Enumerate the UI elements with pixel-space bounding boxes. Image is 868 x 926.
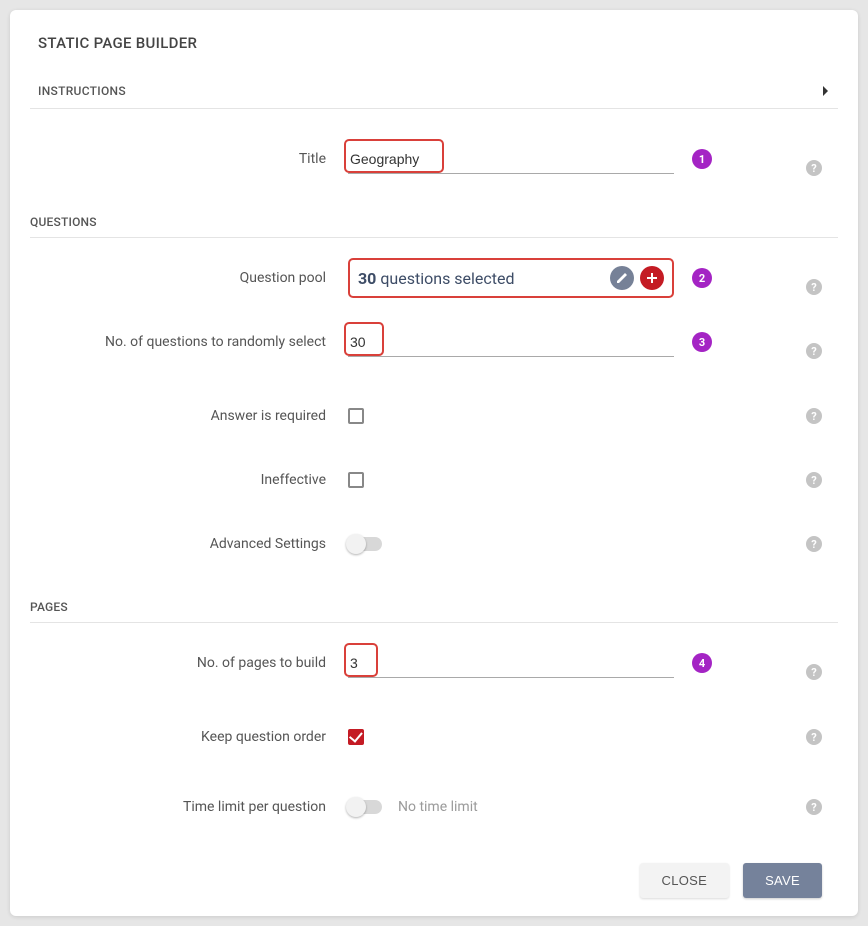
question-pool-count: 30 bbox=[358, 269, 376, 288]
annotation-marker-1: 1 bbox=[692, 149, 712, 169]
question-pool-text: 30 questions selected bbox=[358, 269, 515, 288]
random-select-input[interactable] bbox=[348, 328, 674, 357]
help-icon[interactable]: ? bbox=[806, 729, 822, 745]
help-icon[interactable]: ? bbox=[806, 799, 822, 815]
pages-build-label: No. of pages to build bbox=[30, 655, 348, 671]
chevron-right-icon bbox=[822, 85, 830, 97]
static-page-builder-panel: STATIC PAGE BUILDER INSTRUCTIONS Title 1… bbox=[10, 10, 858, 916]
panel-title: STATIC PAGE BUILDER bbox=[38, 34, 838, 52]
help-icon[interactable]: ? bbox=[806, 160, 822, 176]
annotation-marker-2: 2 bbox=[692, 268, 712, 288]
title-input[interactable] bbox=[348, 145, 674, 174]
keep-order-label: Keep question order bbox=[30, 729, 348, 745]
save-button[interactable]: SAVE bbox=[743, 863, 822, 898]
advanced-settings-toggle[interactable] bbox=[348, 537, 382, 551]
instructions-accordion[interactable]: INSTRUCTIONS bbox=[30, 84, 838, 109]
answer-required-label: Answer is required bbox=[30, 408, 348, 424]
annotation-marker-4: 4 bbox=[692, 653, 712, 673]
instructions-label: INSTRUCTIONS bbox=[38, 84, 126, 98]
title-label: Title bbox=[30, 151, 348, 167]
help-icon[interactable]: ? bbox=[806, 536, 822, 552]
ineffective-label: Ineffective bbox=[30, 472, 348, 488]
help-icon[interactable]: ? bbox=[806, 472, 822, 488]
random-select-label: No. of questions to randomly select bbox=[30, 334, 348, 350]
edit-icon[interactable] bbox=[610, 266, 634, 290]
time-limit-note: No time limit bbox=[398, 799, 478, 815]
time-limit-toggle[interactable] bbox=[348, 800, 382, 814]
advanced-settings-label: Advanced Settings bbox=[30, 536, 348, 552]
keep-order-checkbox[interactable] bbox=[348, 729, 364, 745]
help-icon[interactable]: ? bbox=[806, 408, 822, 424]
add-icon[interactable] bbox=[640, 266, 664, 290]
ineffective-checkbox[interactable] bbox=[348, 472, 364, 488]
question-pool-label: Question pool bbox=[30, 270, 348, 286]
help-icon[interactable]: ? bbox=[806, 664, 822, 680]
question-pool-suffix: questions selected bbox=[380, 269, 514, 288]
question-pool-field: 30 questions selected bbox=[348, 258, 674, 298]
section-questions: QUESTIONS bbox=[30, 215, 838, 238]
close-button[interactable]: CLOSE bbox=[640, 863, 730, 898]
time-limit-label: Time limit per question bbox=[30, 799, 348, 815]
help-icon[interactable]: ? bbox=[806, 279, 822, 295]
annotation-marker-3: 3 bbox=[692, 332, 712, 352]
help-icon[interactable]: ? bbox=[806, 343, 822, 359]
answer-required-checkbox[interactable] bbox=[348, 408, 364, 424]
section-pages: PAGES bbox=[30, 600, 838, 623]
pages-build-input[interactable] bbox=[348, 649, 674, 678]
